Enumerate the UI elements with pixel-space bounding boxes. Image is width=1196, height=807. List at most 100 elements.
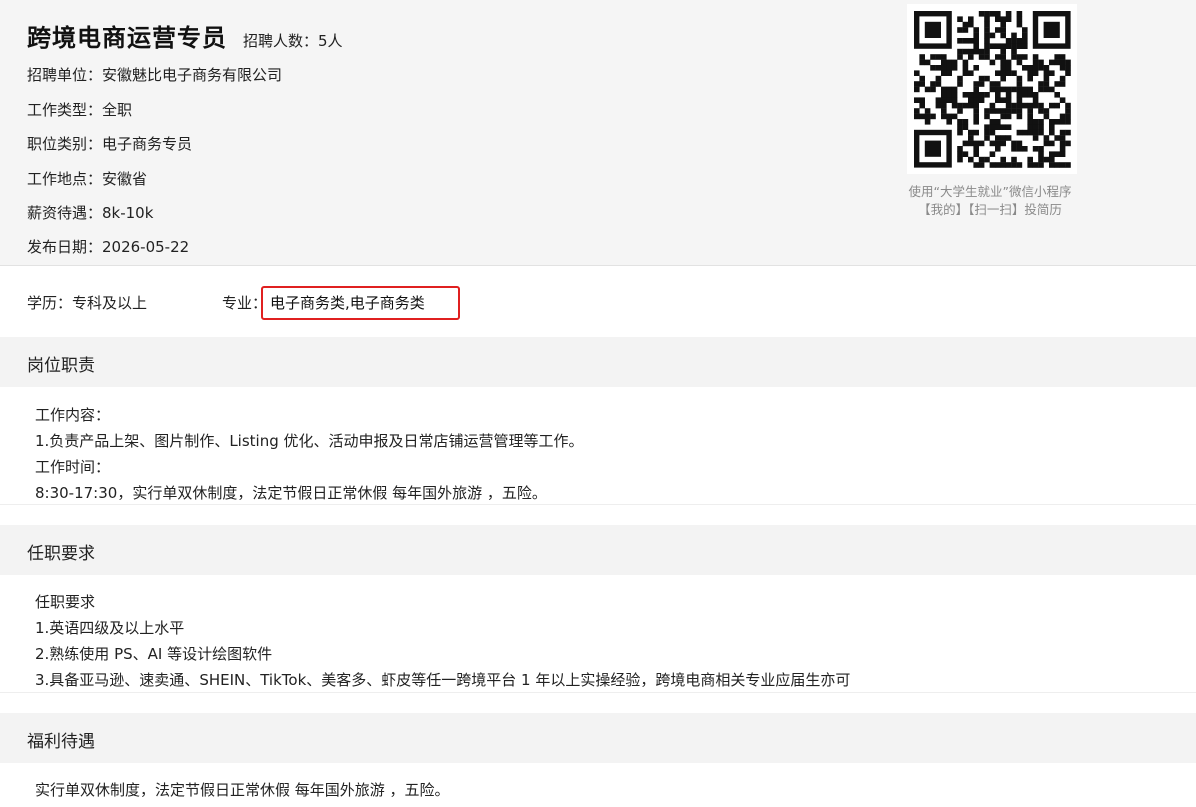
qr-module (962, 151, 969, 157)
qr-module (968, 16, 974, 22)
benefits-heading: 福利待遇 (27, 732, 95, 752)
qr-module (1011, 162, 1017, 168)
qr-module (951, 102, 958, 109)
qr-module (1005, 162, 1012, 168)
qr-module (1059, 146, 1066, 152)
qr-module (941, 59, 947, 66)
qr-module (924, 86, 931, 93)
salary-info: 薪资待遇：8k-10k (27, 204, 154, 222)
qr-module (1065, 102, 1071, 109)
qr-module (1027, 113, 1033, 120)
qr-module (1027, 162, 1033, 168)
qr-module (962, 119, 969, 125)
qualifications-line: 2.熟练使用 PS、AI 等设计绘图软件 (35, 645, 273, 663)
qr-module (924, 108, 931, 114)
qr-module (978, 162, 985, 168)
qr-module (973, 97, 979, 103)
qr-module (984, 129, 990, 136)
qr-module (968, 92, 974, 98)
qr-module (1005, 11, 1012, 17)
qr-module (968, 102, 974, 109)
qr-module (924, 119, 931, 125)
benefits-body: 实行单双休制度，法定节假日正常休假 每年国外旅游 ，五险。 (35, 777, 450, 803)
qr-module (984, 124, 990, 130)
divider (0, 692, 1196, 693)
qr-module (951, 59, 958, 66)
qr-module (962, 102, 969, 109)
qr-module (962, 59, 969, 66)
qr-module (968, 135, 974, 141)
qr-module (1049, 124, 1055, 130)
qr-module (1005, 135, 1012, 141)
qr-module (962, 65, 969, 71)
qr-module (930, 113, 936, 120)
qr-module (984, 38, 990, 44)
qr-module (919, 102, 925, 109)
qr-module (1043, 156, 1050, 163)
qr-module (1022, 65, 1028, 71)
qr-module (1054, 151, 1060, 157)
qr-module (1049, 162, 1055, 168)
qr-module (962, 21, 969, 28)
qr-module (1038, 108, 1044, 114)
qr-module (1038, 162, 1044, 168)
qr-module (995, 27, 1001, 33)
qr-module (1032, 97, 1039, 103)
qr-module (935, 97, 942, 103)
qr-module (941, 54, 947, 60)
qr-module (1032, 59, 1039, 66)
qr-module (978, 75, 985, 82)
qr-module (919, 54, 925, 60)
qr-module (1032, 162, 1039, 168)
qr-module (1038, 81, 1044, 87)
qr-module (1065, 129, 1071, 136)
qr-module (924, 140, 941, 157)
qr-module (1011, 48, 1017, 55)
qr-module (1065, 119, 1071, 125)
qr-code (907, 4, 1077, 174)
duties-heading: 岗位职责 (27, 356, 95, 376)
duties-line: 工作内容： (35, 406, 111, 424)
qr-module (973, 27, 979, 33)
qr-module (924, 21, 941, 38)
qr-module (973, 129, 979, 136)
qr-module (1032, 119, 1039, 125)
qr-module (973, 151, 979, 157)
qr-module (973, 48, 979, 55)
qr-module (1005, 65, 1012, 71)
qr-module (989, 162, 996, 168)
qr-module (1016, 97, 1023, 103)
publish-date-info: 发布日期：2026-05-22 (27, 238, 190, 256)
qr-module (1011, 86, 1017, 93)
job-title: 跨境电商运营专员 (27, 24, 227, 52)
qr-module (1005, 38, 1012, 44)
qr-module (1038, 102, 1044, 109)
qr-module (1054, 102, 1060, 109)
qualifications-line: 任职要求 (35, 593, 96, 611)
headcount: 招聘人数：5人 (243, 32, 343, 50)
qr-module (1043, 140, 1050, 147)
qr-module (914, 97, 920, 103)
qr-module (1000, 75, 1006, 82)
qr-module (1016, 113, 1023, 120)
qr-module (1005, 59, 1012, 66)
qr-module (1059, 151, 1066, 157)
qr-module (962, 48, 969, 55)
qr-module (984, 75, 990, 82)
qualifications-line: 1.英语四级及以上水平 (35, 619, 185, 637)
qr-module (941, 108, 947, 114)
qr-module (1016, 129, 1023, 136)
qr-module (1011, 70, 1017, 76)
qr-module (957, 146, 963, 152)
qr-module (1049, 151, 1055, 157)
qr-module (968, 97, 974, 103)
qr-module (1000, 156, 1006, 163)
qr-module (995, 43, 1001, 49)
qr-module (1011, 43, 1017, 49)
qr-module (973, 92, 979, 98)
qr-module (1011, 102, 1017, 109)
qr-module (1043, 86, 1050, 93)
qr-module (1065, 65, 1071, 71)
qr-module (1011, 108, 1017, 114)
education-major-row: 学历：专科及以上 专业： 电子商务类,电子商务类 (0, 267, 1196, 337)
